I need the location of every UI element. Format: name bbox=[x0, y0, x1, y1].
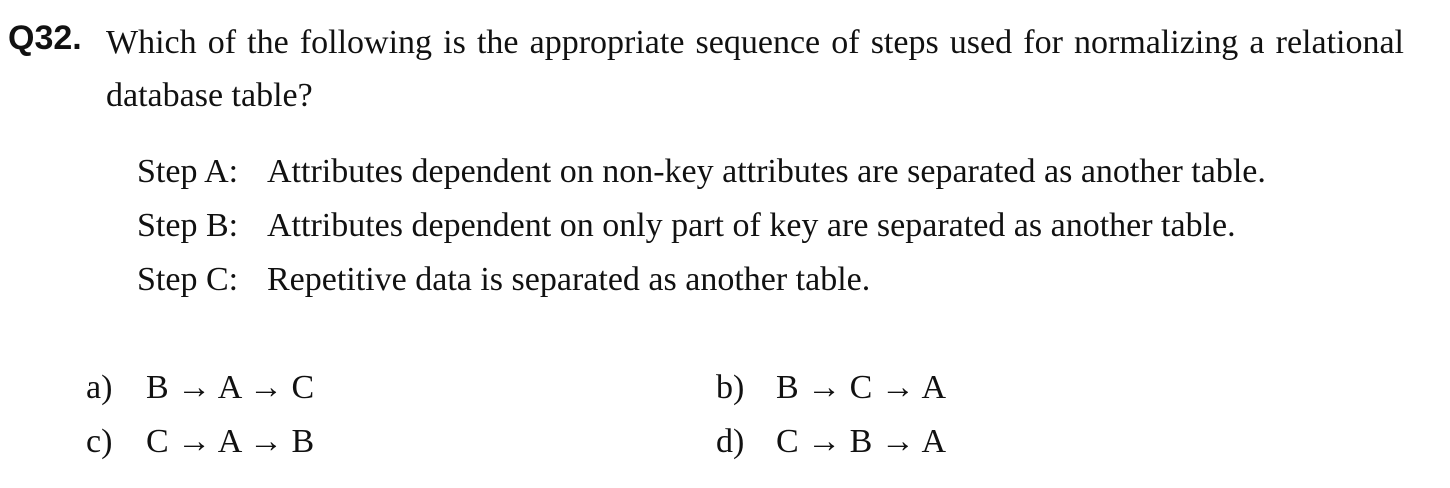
step-b-text: Attributes dependent on only part of key… bbox=[267, 207, 1236, 244]
option-b[interactable]: b) B → C → A bbox=[716, 366, 946, 410]
question-number: Q32. bbox=[8, 19, 82, 57]
option-d[interactable]: d) C → B → A bbox=[716, 420, 946, 464]
option-a-label: a) bbox=[86, 369, 113, 406]
option-b-text: B → C → A bbox=[776, 369, 947, 406]
option-a[interactable]: a) B → A → C bbox=[86, 366, 314, 410]
question-text: Which of the following is the appropriat… bbox=[106, 24, 1404, 114]
option-d-label: d) bbox=[716, 423, 745, 460]
option-c-text: C → A → B bbox=[146, 423, 315, 460]
step-b-label: Step B: bbox=[137, 207, 239, 244]
step-c-label: Step C: bbox=[137, 261, 239, 298]
option-b-label: b) bbox=[716, 369, 745, 406]
option-a-text: B → A → C bbox=[146, 369, 315, 406]
step-c-text: Repetitive data is separated as another … bbox=[267, 261, 871, 298]
step-a-label: Step A: bbox=[137, 153, 239, 190]
option-c-label: c) bbox=[86, 423, 113, 460]
step-a-text: Attributes dependent on non-key attribut… bbox=[267, 153, 1266, 190]
option-d-text: C → B → A bbox=[776, 423, 947, 460]
option-c[interactable]: c) C → A → B bbox=[86, 420, 314, 464]
